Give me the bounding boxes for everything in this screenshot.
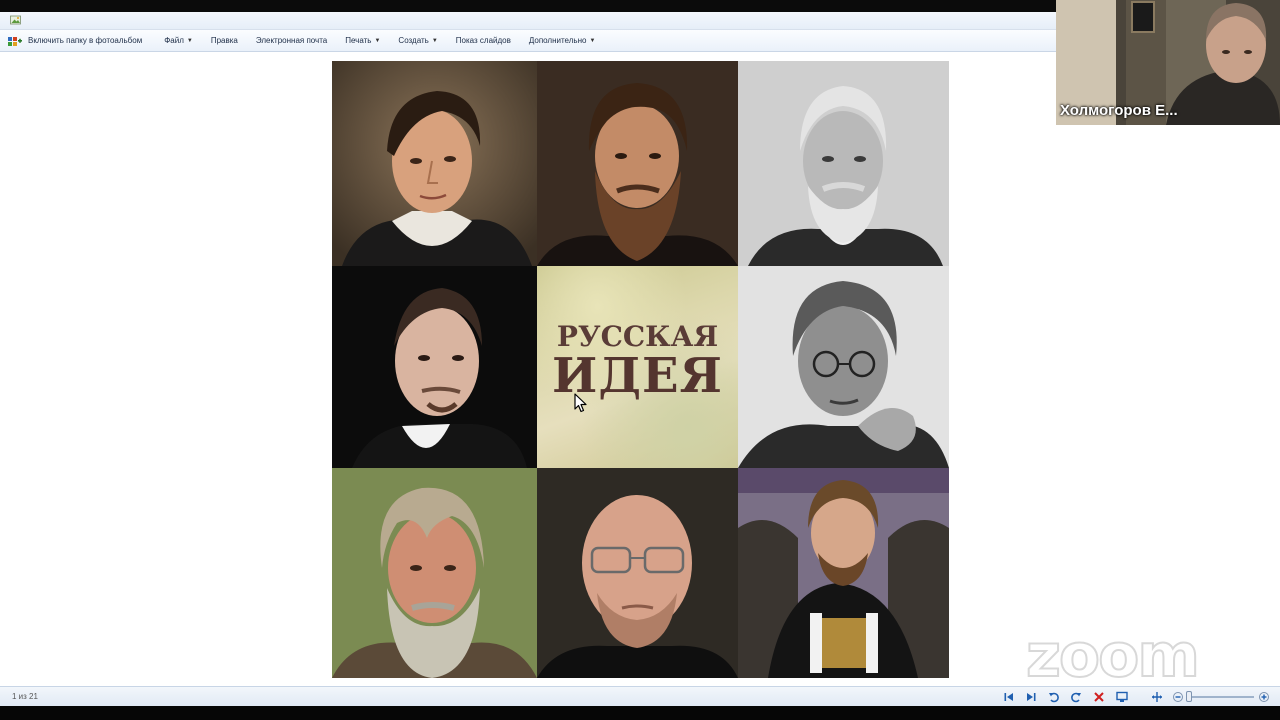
mouse-cursor-icon [574,393,587,413]
portrait-3 [738,61,949,266]
zoom-slider-thumb[interactable] [1186,691,1192,702]
portrait-2 [537,61,738,266]
zoom-watermark: zoom [1025,621,1201,691]
menu-email-label: Электронная почта [255,36,328,45]
menu-print-label: Печать [345,36,372,45]
add-to-album-button[interactable]: Включить папку в фотоальбом [0,32,151,50]
menu-print[interactable]: Печать ▼ [336,32,389,50]
zoom-out-icon[interactable] [1172,691,1184,703]
first-icon[interactable] [1003,691,1015,703]
add-folder-icon [8,36,22,46]
participant-name: Холмогоров Е... [1060,102,1178,119]
menu-email[interactable]: Электронная почта [247,32,336,50]
portrait-1 [332,61,537,266]
menu-file-label: Файл [164,36,184,45]
screen-bottom-bar [0,706,1280,720]
zoom-in-icon[interactable] [1258,691,1270,703]
slideshow-icon[interactable] [1116,691,1128,703]
portrait-4 [332,266,537,468]
menu-more[interactable]: Дополнительно ▼ [520,32,605,50]
delete-icon[interactable] [1093,691,1105,703]
chevron-down-icon: ▼ [374,37,381,44]
title-bar [0,12,1056,30]
menu-more-label: Дополнительно [528,36,587,45]
menu-slideshow[interactable]: Показ слайдов [447,32,520,50]
portrait-9 [738,468,949,678]
toolbar: Включить папку в фотоальбом Файл ▼ Правк… [0,30,1056,52]
title-tile: РУССКАЯ ИДЕЯ [537,266,738,468]
collage-image: РУССКАЯ ИДЕЯ [332,61,949,678]
menu-slideshow-label: Показ слайдов [455,36,511,45]
status-bar: 1 из 21 [0,686,1280,706]
zoom-slider-track[interactable] [1190,696,1254,698]
chevron-down-icon: ▼ [589,37,596,44]
menu-edit[interactable]: Правка [202,32,247,50]
menu-create[interactable]: Создать ▼ [389,32,446,50]
portrait-7 [332,468,537,678]
portrait-6 [738,266,949,468]
image-position: 1 из 21 [12,692,38,701]
fit-icon[interactable] [1151,691,1163,703]
photo-viewer-icon [10,15,21,25]
chevron-down-icon: ▼ [431,37,438,44]
menu-create-label: Создать [398,36,429,45]
add-to-album-label: Включить папку в фотоальбом [28,36,143,45]
menu-edit-label: Правка [210,36,238,45]
image-viewer-area-right [1056,125,1280,686]
portrait-8 [537,468,738,678]
rotate-right-icon[interactable] [1070,691,1082,703]
menu-file[interactable]: Файл ▼ [155,32,202,50]
chevron-down-icon: ▼ [186,37,193,44]
rotate-left-icon[interactable] [1048,691,1060,703]
participant-video[interactable]: Холмогоров Е... [1056,0,1280,125]
image-title-line1: РУССКАЯ [556,320,719,353]
last-icon[interactable] [1025,691,1037,703]
